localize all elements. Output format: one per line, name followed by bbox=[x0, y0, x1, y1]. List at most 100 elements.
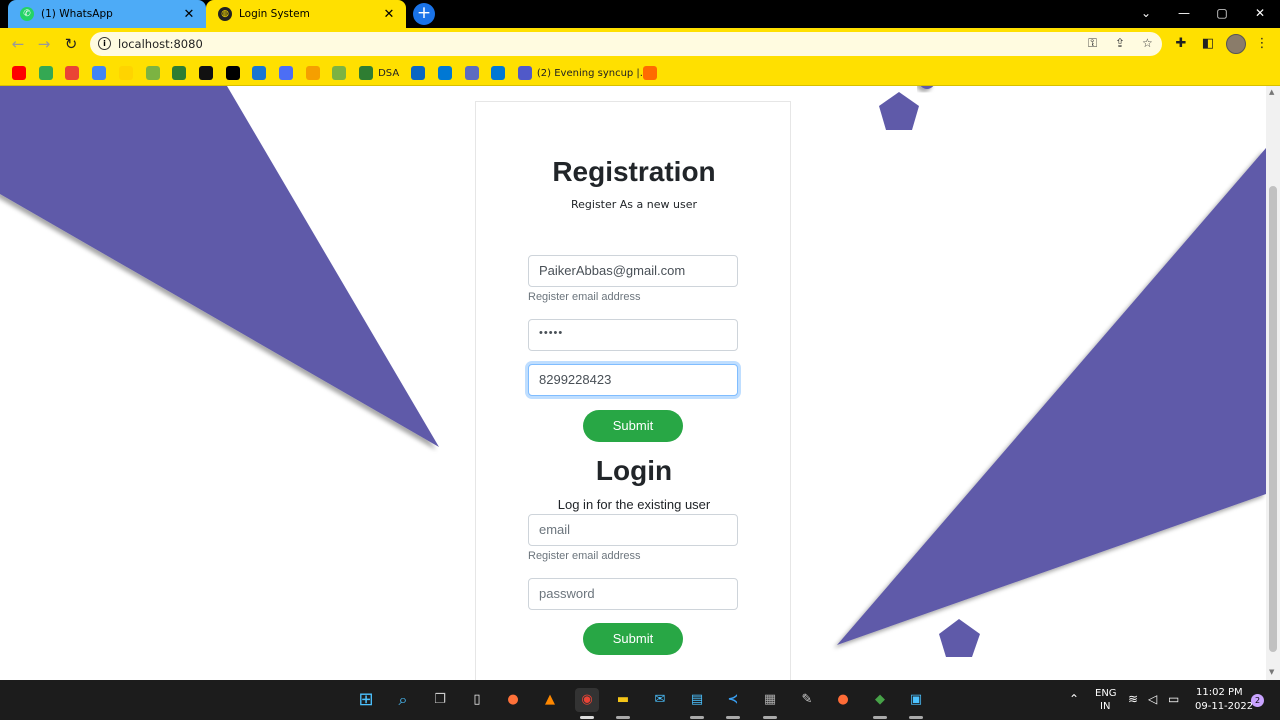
bookmark-favicon-icon bbox=[225, 66, 240, 80]
bookmark-label: DSA bbox=[378, 67, 400, 79]
bookmark-item[interactable] bbox=[437, 65, 457, 81]
chrome-icon[interactable]: ◉ bbox=[575, 688, 599, 712]
tab-search-icon[interactable]: ⌄ bbox=[1127, 0, 1165, 28]
url-text[interactable]: localhost:8080 bbox=[118, 37, 203, 51]
search-icon[interactable]: ⌕ bbox=[391, 688, 415, 712]
bookmark-item[interactable] bbox=[92, 65, 111, 81]
bookmark-item[interactable] bbox=[332, 65, 351, 81]
bookmark-favicon-icon bbox=[359, 66, 374, 80]
language-indicator[interactable]: ENG bbox=[1095, 688, 1117, 700]
bookmark-favicon-icon bbox=[491, 66, 506, 80]
tab-whatsapp[interactable]: ✆ (1) WhatsApp ✕ bbox=[8, 0, 206, 28]
scroll-thumb[interactable] bbox=[1269, 186, 1277, 652]
page-scrollbar[interactable]: ▲ ▼ bbox=[1266, 86, 1280, 680]
new-tab-button[interactable]: + bbox=[413, 3, 435, 25]
bookmark-item[interactable] bbox=[225, 65, 245, 81]
key-icon[interactable]: ⚿ bbox=[1088, 36, 1097, 51]
back-arrow-icon[interactable]: ← bbox=[6, 32, 30, 56]
bookmark-favicon-icon bbox=[65, 66, 80, 80]
bookmark-favicon-icon bbox=[118, 66, 133, 80]
star-icon[interactable]: ☆ bbox=[1142, 36, 1153, 50]
page-content: Registration Register As a new user Paik… bbox=[0, 86, 1266, 680]
tab-login-system[interactable]: ◍ Login System ✕ bbox=[206, 0, 406, 28]
bookmark-item[interactable] bbox=[642, 65, 662, 81]
close-window-button[interactable]: ✕ bbox=[1241, 0, 1279, 28]
clock-date[interactable]: 09-11-2022 bbox=[1195, 701, 1253, 713]
mail-icon[interactable]: ✉ bbox=[648, 688, 672, 712]
forward-arrow-icon[interactable]: → bbox=[32, 32, 56, 56]
tray-overflow-icon[interactable]: ⌃ bbox=[1069, 692, 1079, 708]
registration-title: Registration bbox=[552, 156, 716, 187]
register-password-input[interactable]: ••••• bbox=[528, 319, 738, 351]
bookmark-item[interactable] bbox=[411, 65, 430, 81]
close-tab-icon[interactable]: ✕ bbox=[382, 7, 396, 22]
bookmark-item[interactable] bbox=[198, 65, 218, 81]
menu-icon[interactable]: ⋮ bbox=[1252, 34, 1272, 54]
mongodb-icon[interactable]: ◆ bbox=[868, 688, 892, 712]
wifi-icon[interactable]: ≋ bbox=[1128, 692, 1138, 708]
close-tab-icon[interactable]: ✕ bbox=[182, 7, 196, 22]
bookmark-item[interactable] bbox=[305, 65, 325, 81]
file-icon[interactable]: ▯ bbox=[465, 688, 489, 712]
login-submit-button[interactable]: Submit bbox=[583, 623, 683, 655]
minimize-button[interactable]: — bbox=[1165, 0, 1203, 28]
photos-icon[interactable]: ▣ bbox=[904, 688, 928, 712]
start-icon[interactable]: ⊞ bbox=[354, 688, 378, 712]
bookmark-item[interactable]: DSA bbox=[359, 65, 399, 81]
bookmark-item[interactable] bbox=[12, 65, 31, 81]
region-indicator[interactable]: IN bbox=[1100, 701, 1110, 713]
login-email-input[interactable]: email bbox=[528, 514, 738, 546]
bookmark-item[interactable] bbox=[464, 65, 484, 81]
postman-icon[interactable]: ● bbox=[831, 688, 855, 712]
task-view-icon[interactable]: ❐ bbox=[428, 688, 452, 712]
bookmark-item[interactable] bbox=[145, 65, 165, 81]
auth-card: Registration Register As a new user Paik… bbox=[475, 101, 791, 680]
reload-icon[interactable]: ↻ bbox=[59, 32, 83, 56]
extensions-icon[interactable]: ✚ bbox=[1171, 34, 1191, 54]
bookmark-favicon-icon bbox=[252, 66, 267, 80]
bookmark-item[interactable] bbox=[118, 65, 138, 81]
register-submit-button[interactable]: Submit bbox=[583, 410, 683, 442]
address-bar[interactable]: i localhost:8080 ⚿ ⇪ ☆ bbox=[90, 32, 1162, 56]
vscode-icon[interactable]: ≺ bbox=[721, 688, 745, 712]
bookmark-favicon-icon bbox=[38, 66, 53, 80]
bookmark-item[interactable] bbox=[252, 65, 271, 81]
bookmarks-bar: DSA (2) Evening syncup |... bbox=[0, 60, 1280, 86]
tab-title: Login System bbox=[239, 8, 310, 20]
volume-icon[interactable]: ◁ bbox=[1148, 692, 1157, 708]
bookmark-item[interactable] bbox=[65, 65, 84, 81]
share-icon[interactable]: ⇪ bbox=[1115, 36, 1125, 50]
login-email-help: Register email address bbox=[528, 550, 641, 562]
left-triangle-shape bbox=[0, 86, 439, 447]
bookmark-favicon-icon bbox=[92, 66, 107, 80]
site-info-icon[interactable]: i bbox=[98, 37, 111, 50]
notification-badge[interactable]: 2 bbox=[1251, 694, 1264, 707]
bookmark-item[interactable] bbox=[38, 65, 58, 81]
bookmark-item[interactable] bbox=[491, 65, 510, 81]
register-email-input[interactable]: PaikerAbbas@gmail.com bbox=[528, 255, 738, 287]
bookmark-favicon-icon bbox=[332, 66, 347, 80]
firefox-icon[interactable]: ● bbox=[501, 688, 525, 712]
bookmark-item[interactable]: (2) Evening syncup |... bbox=[517, 65, 649, 81]
battery-icon[interactable]: ▭ bbox=[1168, 692, 1179, 708]
scroll-up-icon[interactable]: ▲ bbox=[1269, 88, 1274, 96]
side-panel-icon[interactable]: ◧ bbox=[1198, 34, 1218, 54]
notepad-icon[interactable]: ▤ bbox=[685, 688, 709, 712]
tab-strip: ✆ (1) WhatsApp ✕ ◍ Login System ✕ + ⌄ — … bbox=[0, 0, 1280, 28]
login-password-input[interactable]: password bbox=[528, 578, 738, 610]
register-phone-input[interactable]: 8299228423 bbox=[528, 364, 738, 396]
vlc-icon[interactable]: ▲ bbox=[538, 688, 562, 712]
register-email-help: Register email address bbox=[528, 291, 641, 303]
bookmark-favicon-icon bbox=[198, 66, 213, 80]
clock-time[interactable]: 11:02 PM bbox=[1196, 687, 1243, 699]
scroll-down-icon[interactable]: ▼ bbox=[1269, 668, 1274, 676]
eclipse-icon[interactable]: ✎ bbox=[795, 688, 819, 712]
chrome-active-indicator bbox=[580, 716, 594, 719]
profile-avatar[interactable] bbox=[1226, 34, 1246, 54]
vscode-indicator bbox=[726, 716, 740, 719]
calculator-icon[interactable]: ▦ bbox=[758, 688, 782, 712]
maximize-button[interactable]: ▢ bbox=[1203, 0, 1241, 28]
bookmark-item[interactable] bbox=[172, 65, 191, 81]
file-explorer-icon[interactable]: ▬ bbox=[611, 688, 635, 712]
bookmark-item[interactable] bbox=[279, 65, 298, 81]
